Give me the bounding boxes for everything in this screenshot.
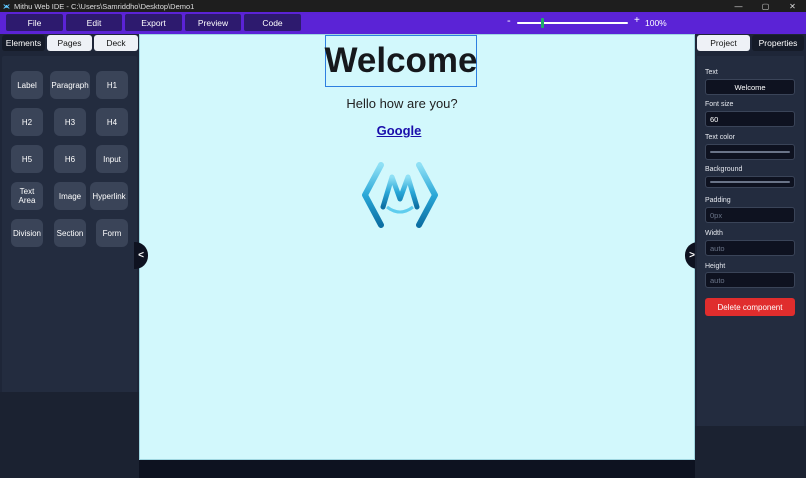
zoom-value: 100% bbox=[645, 18, 667, 28]
right-panel-footer bbox=[695, 426, 806, 478]
window-title: Mithu Web IDE - C:\Users\Samriddho\Deskt… bbox=[14, 1, 195, 11]
height-field[interactable]: auto bbox=[705, 272, 795, 288]
menu-preview[interactable]: Preview bbox=[185, 14, 241, 31]
zoom-out-button[interactable]: - bbox=[507, 15, 511, 27]
zoom-slider[interactable] bbox=[517, 18, 628, 28]
minimize-button[interactable]: — bbox=[725, 0, 752, 12]
element-h2-button[interactable]: H2 bbox=[11, 108, 43, 136]
background-color-picker[interactable] bbox=[705, 176, 795, 188]
zoom-in-button[interactable]: + bbox=[634, 15, 640, 26]
text-color-picker[interactable] bbox=[705, 144, 795, 160]
element-textarea-button[interactable]: Text Area bbox=[11, 182, 43, 210]
left-panel-footer bbox=[0, 392, 139, 478]
menu-code[interactable]: Code bbox=[244, 14, 301, 31]
width-field[interactable]: auto bbox=[705, 240, 795, 256]
element-hyperlink-button[interactable]: Hyperlink bbox=[90, 182, 128, 210]
delete-component-button[interactable]: Delete component bbox=[705, 298, 795, 316]
element-h1-button[interactable]: H1 bbox=[96, 71, 128, 99]
font-size-field[interactable]: 60 bbox=[705, 111, 795, 127]
menu-edit[interactable]: Edit bbox=[66, 14, 122, 31]
maximize-button[interactable]: ▢ bbox=[752, 0, 779, 12]
canvas-footer bbox=[139, 460, 695, 478]
text-color-label: Text color bbox=[705, 134, 735, 141]
left-panel: Elements Pages Deck Label Paragraph H1 H… bbox=[0, 34, 139, 478]
font-size-label: Font size bbox=[705, 101, 734, 108]
menu-export[interactable]: Export bbox=[125, 14, 182, 31]
properties-panel: Text Welcome Font size 60 Text color Bac… bbox=[697, 56, 804, 426]
element-form-button[interactable]: Form bbox=[96, 219, 128, 247]
window-controls: — ▢ ✕ bbox=[725, 0, 806, 12]
heading-text: Welcome bbox=[324, 41, 478, 80]
width-label: Width bbox=[705, 230, 723, 237]
element-image-button[interactable]: Image bbox=[54, 182, 86, 210]
element-h3-button[interactable]: H3 bbox=[54, 108, 86, 136]
app-icon bbox=[2, 2, 10, 10]
element-section-button[interactable]: Section bbox=[54, 219, 86, 247]
element-label-button[interactable]: Label bbox=[11, 71, 43, 99]
padding-field[interactable]: 0px bbox=[705, 207, 795, 223]
padding-label: Padding bbox=[705, 197, 731, 204]
menu-file[interactable]: File bbox=[6, 14, 63, 31]
paragraph-text[interactable]: Hello how are you? bbox=[140, 96, 664, 111]
tab-properties[interactable]: Properties bbox=[752, 35, 804, 51]
height-label: Height bbox=[705, 263, 726, 270]
title-bar: Mithu Web IDE - C:\Users\Samriddho\Deskt… bbox=[0, 0, 806, 12]
background-color-swatch bbox=[710, 181, 790, 183]
menu-bar: File Edit Export Preview Code - + 100% bbox=[0, 12, 806, 34]
tab-project[interactable]: Project bbox=[697, 35, 750, 51]
zoom-control: - + 100% bbox=[504, 12, 684, 34]
element-h6-button[interactable]: H6 bbox=[54, 145, 86, 173]
close-button[interactable]: ✕ bbox=[779, 0, 806, 12]
google-link[interactable]: Google bbox=[140, 123, 658, 138]
text-field[interactable]: Welcome bbox=[705, 79, 795, 95]
left-tabs: Elements Pages Deck bbox=[0, 34, 139, 52]
background-label: Background bbox=[705, 166, 743, 173]
mithu-m-logo-icon[interactable] bbox=[361, 159, 439, 231]
selected-heading[interactable]: Welcome bbox=[324, 35, 478, 87]
element-division-button[interactable]: Division bbox=[11, 219, 43, 247]
element-h4-button[interactable]: H4 bbox=[96, 108, 128, 136]
element-input-button[interactable]: Input bbox=[96, 145, 128, 173]
text-color-swatch bbox=[710, 151, 790, 153]
tab-deck[interactable]: Deck bbox=[94, 35, 138, 51]
right-panel: Project Properties Text Welcome Font siz… bbox=[695, 34, 806, 478]
element-paragraph-button[interactable]: Paragraph bbox=[50, 71, 90, 99]
tab-pages[interactable]: Pages bbox=[47, 35, 92, 51]
elements-palette: Label Paragraph H1 H2 H3 H4 H5 H6 Input … bbox=[2, 56, 137, 426]
zoom-slider-thumb[interactable] bbox=[540, 18, 544, 28]
text-label: Text bbox=[705, 69, 718, 76]
design-canvas[interactable]: Welcome Hello how are you? Google bbox=[139, 34, 695, 460]
tab-elements[interactable]: Elements bbox=[2, 35, 45, 51]
element-h5-button[interactable]: H5 bbox=[11, 145, 43, 173]
